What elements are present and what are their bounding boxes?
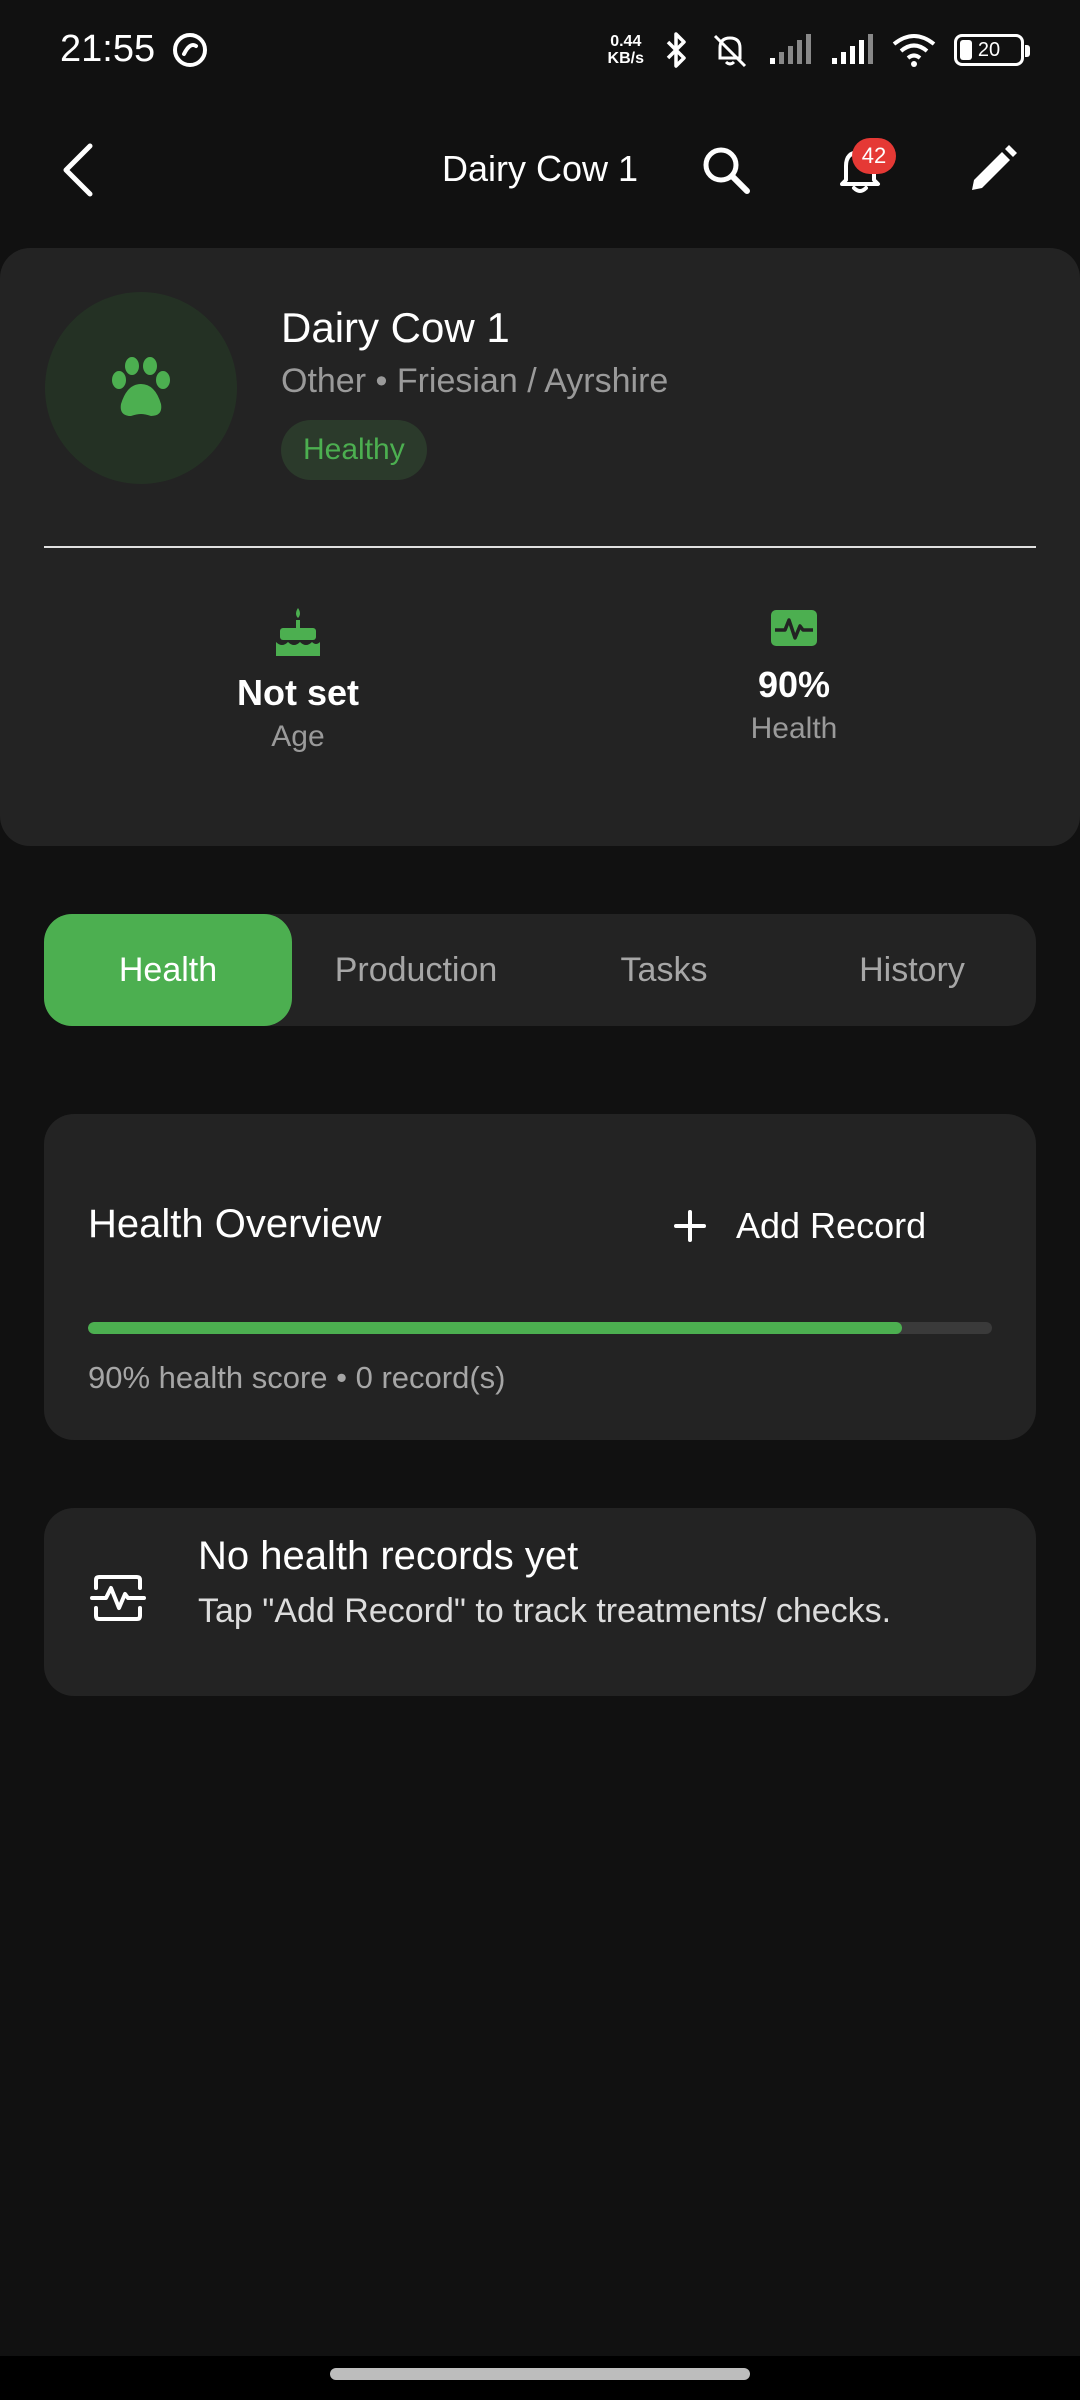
notification-badge: 42: [852, 138, 896, 174]
age-label: Age: [271, 720, 325, 753]
signal-icon-2: [832, 34, 873, 64]
animal-avatar: [45, 292, 237, 484]
section-tabs: Health Production Tasks History: [44, 914, 1036, 1026]
animal-profile-card: Dairy Cow 1 Other • Friesian / Ayrshire …: [0, 248, 1080, 846]
network-speed-value: 0.44: [610, 33, 642, 50]
health-overview-card: Health Overview Add Record 90% health sc…: [44, 1114, 1036, 1440]
status-time: 21:55: [60, 28, 156, 70]
animal-type-breed: Other • Friesian / Ayrshire: [281, 362, 669, 400]
health-score-caption: 90% health score • 0 record(s): [88, 1360, 506, 1395]
age-value: Not set: [236, 672, 359, 713]
empty-state-description: Tap "Add Record" to track treatments/ ch…: [198, 1592, 892, 1630]
edit-button[interactable]: [962, 140, 1022, 200]
search-button[interactable]: [696, 140, 756, 200]
plus-icon: [674, 1210, 706, 1242]
bell-muted-icon: [713, 34, 747, 68]
health-progress-bar: [88, 1322, 992, 1334]
search-icon: [703, 147, 750, 194]
health-value: 90%: [757, 664, 831, 705]
health-progress-fill: [88, 1322, 902, 1334]
heart-monitor-icon: [771, 610, 817, 646]
tab-tasks[interactable]: Tasks: [540, 914, 788, 1026]
paw-icon: [112, 357, 170, 416]
divider: [44, 546, 1036, 548]
health-stat: 90% Health: [644, 606, 944, 746]
age-stat: Not set Age: [148, 606, 448, 754]
animal-name: Dairy Cow 1: [281, 304, 510, 351]
battery-indicator: 20: [954, 34, 1030, 66]
gesture-handle[interactable]: [330, 2368, 750, 2380]
status-badge: Healthy: [281, 420, 427, 480]
page-title: Dairy Cow 1: [441, 148, 639, 189]
bluetooth-icon: [666, 32, 686, 68]
add-record-label: Add Record: [736, 1205, 927, 1246]
arrow-left-icon: [63, 143, 93, 197]
status-icons: 0.44 KB/s 20: [608, 26, 1030, 74]
add-record-button[interactable]: Add Record: [674, 1196, 926, 1256]
signal-icon-1: [770, 34, 811, 64]
cake-icon: [276, 608, 320, 656]
tab-production[interactable]: Production: [292, 914, 540, 1026]
tab-history[interactable]: History: [788, 914, 1036, 1026]
empty-state-title: No health records yet: [198, 1534, 579, 1578]
tab-health[interactable]: Health: [44, 914, 292, 1026]
app-bar: Dairy Cow 1 42: [0, 120, 1080, 220]
status-bar: 21:55 0.44 KB/s 20: [0, 0, 1080, 100]
pencil-icon: [972, 145, 1017, 190]
empty-state-card: No health records yet Tap "Add Record" t…: [44, 1508, 1036, 1696]
back-button[interactable]: [48, 140, 108, 200]
network-speed-unit: KB/s: [607, 50, 644, 67]
network-speed: 0.44 KB/s: [608, 33, 644, 67]
health-label: Health: [750, 712, 838, 745]
battery-level: 20: [977, 38, 1001, 61]
wifi-icon: [892, 34, 936, 67]
navigation-bar: [0, 2356, 1080, 2400]
pulse-icon: [90, 1575, 146, 1621]
health-overview-title: Health Overview: [88, 1202, 382, 1246]
app-notification-icon: [173, 33, 207, 67]
